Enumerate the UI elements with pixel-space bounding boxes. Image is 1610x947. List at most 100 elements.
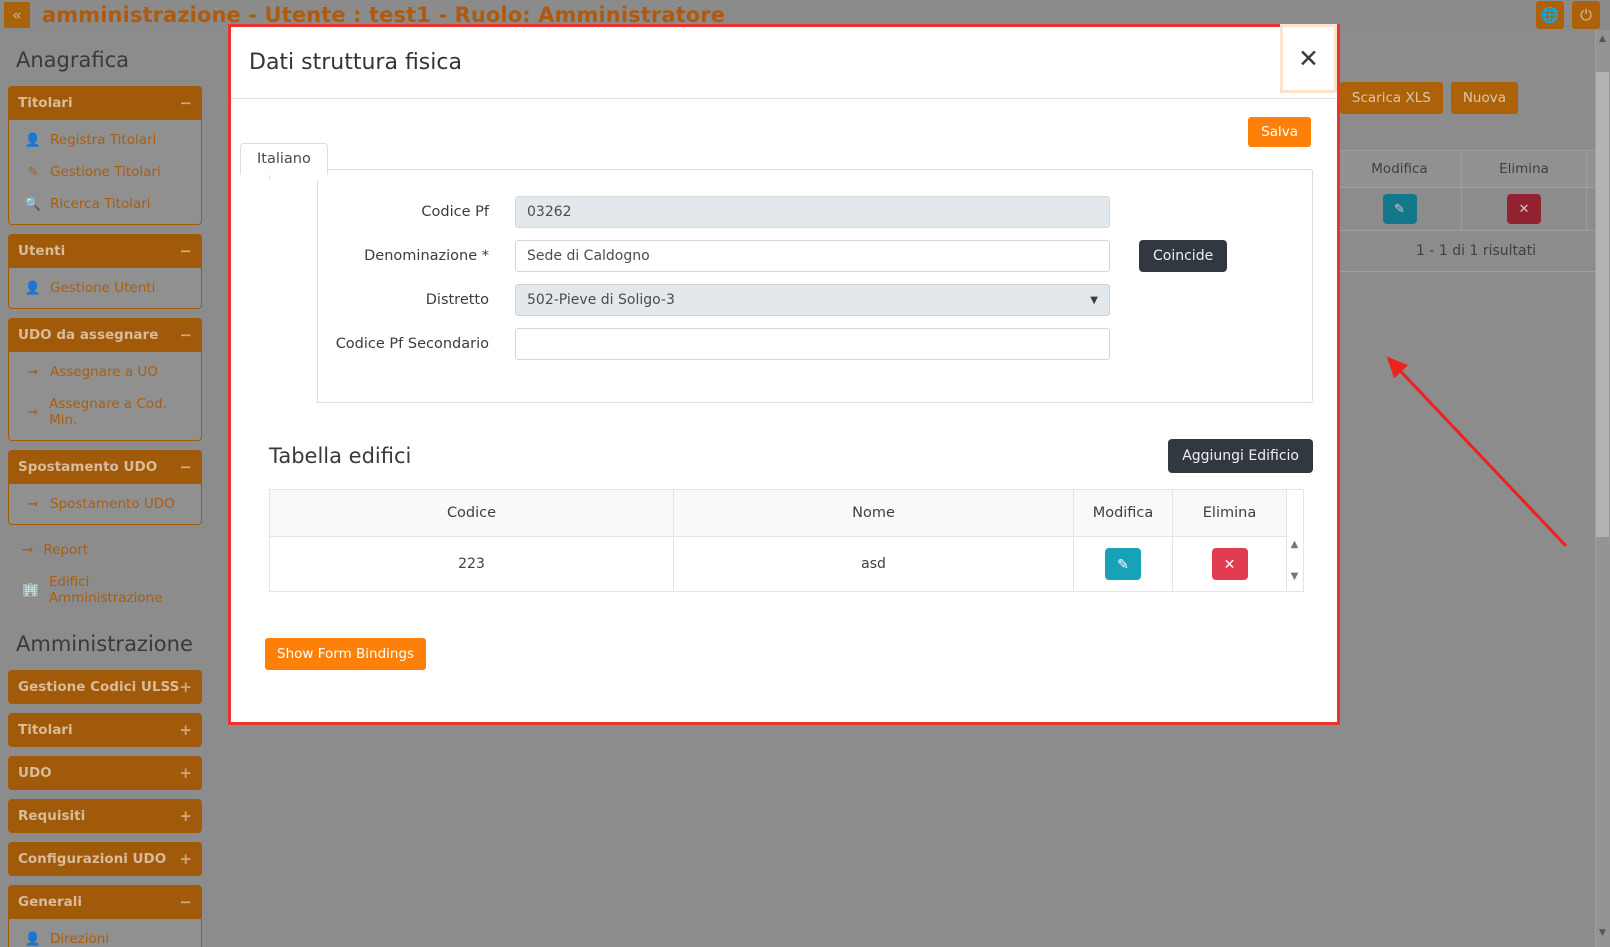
minus-icon[interactable]: − xyxy=(179,94,192,112)
sidebar-group-label: Requisiti xyxy=(18,808,85,824)
sidebar-item-registra-titolari[interactable]: 👤 Registra Titolari xyxy=(9,124,201,156)
sidebar-section-anagrafica-title: Anagrafica xyxy=(0,30,210,86)
sidebar-group-titolari-admin: Titolari + xyxy=(8,713,202,747)
sidebar-group-gestione-codici-ulss: Gestione Codici ULSS + xyxy=(8,670,202,704)
sidebar-collapse-icon[interactable]: « xyxy=(4,2,30,28)
close-x-icon[interactable]: ✕ xyxy=(1212,548,1248,580)
label-codice-pf: Codice Pf xyxy=(270,204,515,220)
plus-icon[interactable]: + xyxy=(179,721,192,739)
sidebar-scrollbar[interactable] xyxy=(1595,30,1610,947)
sidebar-group-requisiti: Requisiti + xyxy=(8,799,202,833)
background-table-row: ✎ ✕ ▲ ▼ xyxy=(1337,188,1610,231)
sidebar-group-udo: UDO + xyxy=(8,756,202,790)
sidebar-group-header-generali[interactable]: Generali − xyxy=(8,885,202,919)
save-button[interactable]: Salva xyxy=(1248,117,1311,147)
modal-dialog: Dati struttura fisica ✕ Salva Italiano C… xyxy=(228,24,1340,725)
sidebar-group-spostamento-udo: Spostamento UDO − ➞ Spostamento UDO xyxy=(8,450,202,525)
sidebar-group-header-gestione-codici-ulss[interactable]: Gestione Codici ULSS + xyxy=(8,670,202,704)
codice-pf-input[interactable]: 03262 xyxy=(515,196,1110,228)
minus-icon[interactable]: − xyxy=(179,893,192,911)
plus-icon[interactable]: + xyxy=(179,678,192,696)
sidebar-item-edifici-amministrazione[interactable]: 🏢 Edifici Amministrazione xyxy=(8,566,202,614)
chevron-up-icon[interactable]: ▲ xyxy=(1287,539,1302,551)
edifici-table-scrollbar[interactable]: ▲ ▼ xyxy=(1287,489,1304,592)
modal-header: Dati struttura fisica ✕ xyxy=(231,27,1337,99)
new-button[interactable]: Nuova xyxy=(1451,82,1518,114)
globe-icon[interactable]: 🌐 xyxy=(1536,1,1564,29)
edifici-th-nome: Nome xyxy=(674,490,1074,536)
close-x-icon[interactable]: ✕ xyxy=(1507,194,1541,224)
modal-title: Dati struttura fisica xyxy=(231,50,462,75)
codice-pf-secondario-input[interactable] xyxy=(515,328,1110,360)
show-form-bindings-button[interactable]: Show Form Bindings xyxy=(265,638,426,670)
sidebar-item-label: Gestione Utenti xyxy=(50,280,155,296)
distretto-selected-value: 502-Pieve di Soligo-3 xyxy=(527,292,675,308)
user-add-icon: 👤 xyxy=(25,281,41,296)
download-xls-button[interactable]: Scarica XLS xyxy=(1340,82,1443,114)
sidebar-scrollbar-thumb[interactable] xyxy=(1596,72,1609,537)
sidebar-group-label: Spostamento UDO xyxy=(18,459,157,475)
edifici-th-elimina: Elimina xyxy=(1173,490,1286,536)
arrow-right-icon: ➞ xyxy=(22,542,33,558)
sidebar-item-report[interactable]: ➞ Report xyxy=(8,534,202,566)
sidebar-group-header-spostamento-udo[interactable]: Spostamento UDO − xyxy=(8,450,202,484)
chevron-down-icon[interactable]: ▼ xyxy=(1597,928,1608,939)
plus-icon[interactable]: + xyxy=(179,807,192,825)
sidebar-item-ricerca-titolari[interactable]: 🔍 Ricerca Titolari xyxy=(9,188,201,220)
close-x-icon[interactable]: ✕ xyxy=(1292,45,1325,72)
sidebar-group-body-generali: 👤 Direzioni xyxy=(8,919,202,947)
sidebar-item-spostamento-udo[interactable]: ➞ Spostamento UDO xyxy=(9,488,201,520)
label-codice-pf-secondario: Codice Pf Secondario xyxy=(270,336,515,352)
minus-icon[interactable]: − xyxy=(179,242,192,260)
sidebar-item-label: Report xyxy=(43,542,88,558)
edit-square-icon[interactable]: ✎ xyxy=(1105,548,1141,580)
minus-icon[interactable]: − xyxy=(179,326,192,344)
sidebar-group-header-utenti[interactable]: Utenti − xyxy=(8,234,202,268)
edifici-table-main: Codice Nome Modifica Elimina 223 asd ✎ xyxy=(269,489,1287,592)
sidebar-group-body-utenti: 👤 Gestione Utenti xyxy=(8,268,202,309)
distretto-select[interactable]: 502-Pieve di Soligo-3 ▼ xyxy=(515,284,1110,316)
denominazione-input[interactable]: Sede di Caldogno xyxy=(515,240,1110,272)
plus-icon[interactable]: + xyxy=(179,764,192,782)
edifici-cell-codice: 223 xyxy=(270,537,674,591)
add-edificio-button[interactable]: Aggiungi Edificio xyxy=(1168,439,1313,473)
topbar-actions: 🌐 ⏻ xyxy=(1536,1,1610,29)
arrow-right-icon: ➞ xyxy=(25,497,41,512)
sidebar-group-header-configurazioni-udo[interactable]: Configurazioni UDO + xyxy=(8,842,202,876)
sidebar-group-header-udo-da-assegnare[interactable]: UDO da assegnare − xyxy=(8,318,202,352)
sidebar-group-body-spostamento-udo: ➞ Spostamento UDO xyxy=(8,484,202,525)
sidebar-group-header-titolari[interactable]: Titolari − xyxy=(8,86,202,120)
sidebar-group-titolari: Titolari − 👤 Registra Titolari ✎ Gestion… xyxy=(8,86,202,225)
background-th-modifica: Modifica xyxy=(1337,151,1462,187)
sidebar-group-header-titolari-admin[interactable]: Titolari + xyxy=(8,713,202,747)
coincide-button[interactable]: Coincide xyxy=(1139,240,1227,272)
edifici-table-header: Codice Nome Modifica Elimina xyxy=(270,490,1286,536)
sidebar-group-body-udo-da-assegnare: ➞ Assegnare a UO ➞ Assegnare a Cod. Min. xyxy=(8,352,202,441)
edit-square-icon[interactable]: ✎ xyxy=(1383,194,1417,224)
chevron-up-icon[interactable]: ▲ xyxy=(1597,34,1608,45)
edifici-section: Tabella edifici Aggiungi Edificio Codice… xyxy=(269,439,1313,592)
modal-save-row: Salva xyxy=(249,99,1319,147)
tab-italiano[interactable]: Italiano xyxy=(240,143,328,175)
background-table-header: Modifica Elimina xyxy=(1337,150,1610,188)
sidebar-item-label: Spostamento UDO xyxy=(50,496,175,512)
edifici-th-codice: Codice xyxy=(270,490,674,536)
edifici-cell-nome: asd xyxy=(674,537,1074,591)
sidebar-item-direzioni[interactable]: 👤 Direzioni xyxy=(9,923,201,947)
minus-icon[interactable]: − xyxy=(179,458,192,476)
user-add-icon: 👤 xyxy=(25,133,41,148)
edifici-th-modifica: Modifica xyxy=(1074,490,1173,536)
sidebar-group-header-udo[interactable]: UDO + xyxy=(8,756,202,790)
plus-icon[interactable]: + xyxy=(179,850,192,868)
power-icon[interactable]: ⏻ xyxy=(1572,1,1600,29)
sidebar-item-gestione-titolari[interactable]: ✎ Gestione Titolari xyxy=(9,156,201,188)
sidebar-section-amministrazione-title: Amministrazione xyxy=(0,614,210,670)
chevron-down-icon[interactable]: ▼ xyxy=(1287,571,1302,583)
sidebar-item-assegnare-a-cod-min[interactable]: ➞ Assegnare a Cod. Min. xyxy=(9,388,201,436)
sidebar-item-label: Edifici Amministrazione xyxy=(49,574,192,606)
sidebar-item-assegnare-a-uo[interactable]: ➞ Assegnare a UO xyxy=(9,356,201,388)
sidebar-item-gestione-utenti[interactable]: 👤 Gestione Utenti xyxy=(9,272,201,304)
edifici-cell-modifica: ✎ xyxy=(1074,537,1173,591)
form-row-distretto: Distretto 502-Pieve di Soligo-3 ▼ xyxy=(270,284,1312,316)
sidebar-group-header-requisiti[interactable]: Requisiti + xyxy=(8,799,202,833)
